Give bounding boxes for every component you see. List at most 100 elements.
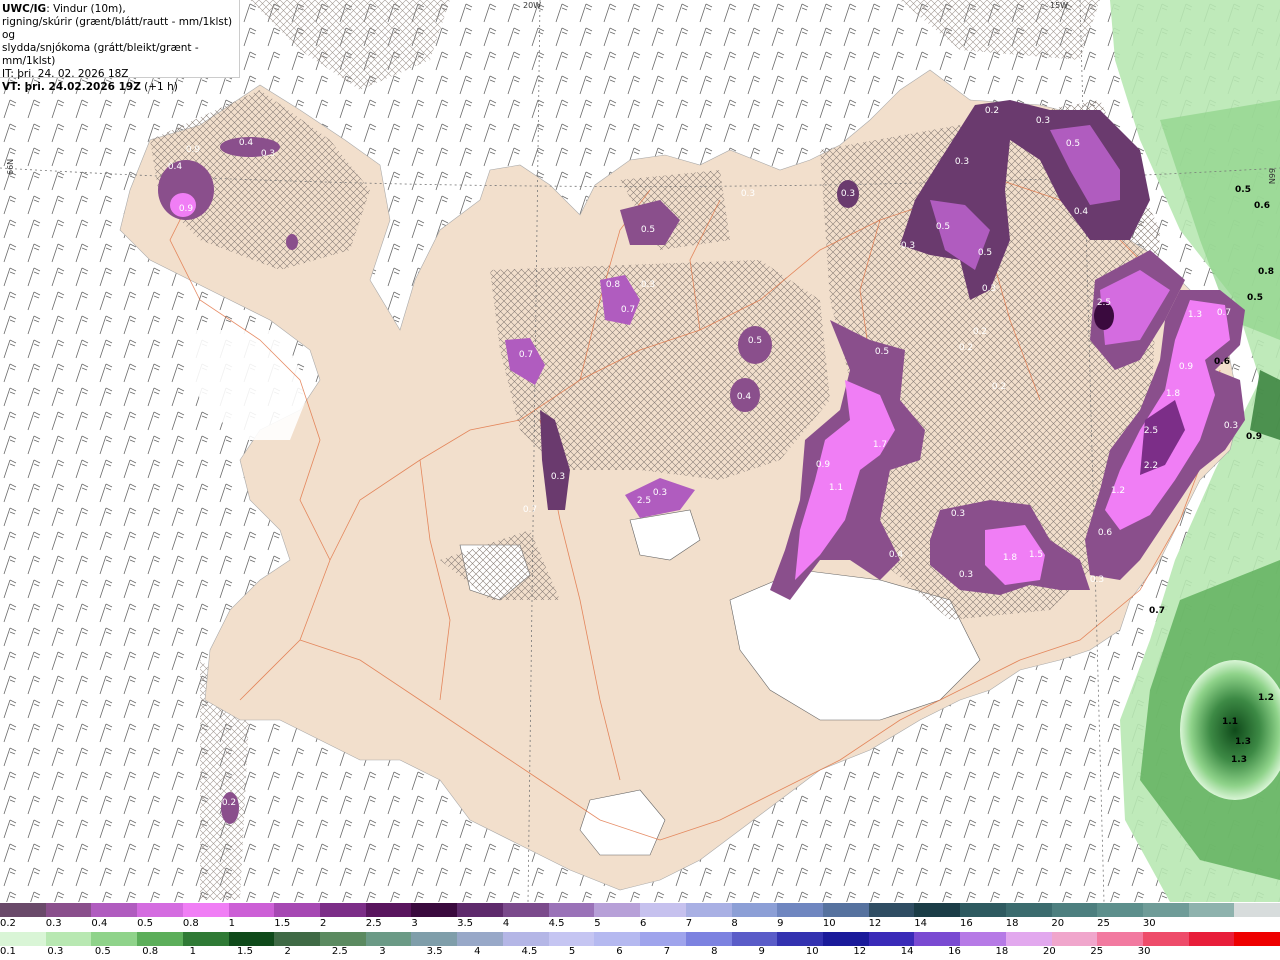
precip-value-label: 0.4 (889, 550, 904, 560)
snow-scale-label: 5 (594, 918, 601, 929)
ocean-value-label: 1.3 (1235, 737, 1251, 747)
lon-20w-label: 20W (523, 1, 541, 10)
map-info-box: UWC/IG: Vindur (10m), rigning/skúrir (gr… (0, 0, 240, 93)
rain-scale-label: 14 (900, 946, 914, 957)
rain-scale-swatch (914, 932, 961, 946)
rain-scale-swatch (777, 932, 823, 946)
snow-scale-label: 0.3 (45, 918, 62, 929)
ocean-value-label: 0.5 (1247, 293, 1263, 303)
precip-value-label: 0.3 (841, 189, 855, 199)
ocean-value-label: 1.3 (1231, 755, 1247, 765)
precip-value-label: 0.6 (1098, 528, 1113, 538)
rain-scale-swatch (1005, 932, 1052, 946)
header-line3: slydda/snjókoma (grátt/bleikt/grænt - mm… (2, 42, 199, 67)
precip-value-label: 0.3 (551, 472, 565, 482)
rain-scale-label: 1 (189, 946, 196, 957)
rain-scale-label: 30 (1137, 946, 1151, 957)
precip-value-label: 0.2 (992, 382, 1006, 392)
snow-scale-label: 1 (228, 918, 235, 929)
snow-scale-swatch (731, 903, 778, 917)
precip-value-label: 1.5 (1029, 550, 1043, 560)
snow-scale-swatch (0, 903, 46, 917)
lat-66n-left-label: 66N (6, 159, 15, 175)
rain-scale-label: 10 (805, 946, 819, 957)
precip-value-label: 0.2 (973, 327, 987, 337)
rain-scale-swatch (137, 932, 183, 946)
snow-scale-swatch (502, 903, 549, 917)
rain-color-scale (0, 932, 1280, 946)
snow-scale-swatch (914, 903, 961, 917)
rain-scale-label: 3 (379, 946, 386, 957)
precip-value-label: 0.3 (951, 509, 965, 519)
rain-scale-swatch (0, 932, 46, 946)
rain-scale-label: 0.1 (0, 946, 16, 957)
rain-scale-swatch (594, 932, 641, 946)
snow-scale-swatch (960, 903, 1006, 917)
lat-66n-right-label: 66N (1267, 168, 1276, 184)
precip-value-label: 0.4 (168, 162, 183, 172)
snow-scale-label: 4 (502, 918, 510, 929)
snow-color-scale (0, 903, 1280, 917)
snow-scale-swatch (548, 903, 595, 917)
header-line1: : Vindur (10m), (46, 3, 126, 15)
snow-scale-swatch (228, 903, 275, 917)
precip-value-label: 0.4 (737, 392, 752, 402)
precip-value-label: 0.4 (239, 138, 254, 148)
precip-value-label: 2.5 (637, 496, 651, 506)
snow-scale-label: 30 (1142, 918, 1156, 929)
precip-value-label: 2.5 (1097, 298, 1111, 308)
rain-scale-label: 18 (995, 946, 1009, 957)
precip-value-label: 1.8 (1003, 553, 1018, 563)
precip-value-label: 1.7 (873, 440, 887, 450)
rain-scale-swatch (868, 932, 915, 946)
precip-value-label: 0.3 (901, 241, 915, 251)
rain-scale-label: 8 (711, 946, 718, 957)
snow-scale-label: 0.4 (91, 918, 108, 929)
snow-scale-label: 2.5 (365, 918, 382, 929)
precip-value-label: 0.9 (186, 145, 201, 155)
snow-scale-swatch (274, 903, 321, 917)
precip-value-label: 0.9 (179, 204, 194, 214)
snow-scale-label: 0.2 (0, 918, 16, 929)
precip-value-label: 1.8 (1166, 389, 1181, 399)
snow-scale-swatch (91, 903, 138, 917)
ocean-value-label: 0.8 (1258, 267, 1274, 277)
precip-value-label: 0.9 (1179, 362, 1194, 372)
rain-scale-swatch (182, 932, 229, 946)
rain-scale-swatch (365, 932, 412, 946)
snow-scale-label: 6 (640, 918, 647, 929)
rain-scale-swatch (822, 932, 869, 946)
precip-value-label: 0.3 (641, 280, 655, 290)
snow-scale-swatch (457, 903, 503, 917)
rain-scale-swatch (320, 932, 366, 946)
precip-value-label: 0.3 (1036, 116, 1050, 126)
snow-scale-label: 3 (411, 918, 418, 929)
model-name: UWC/IG (2, 3, 47, 15)
snow-scale-swatch (777, 903, 823, 917)
snow-scale-label: 20 (1051, 918, 1065, 929)
precip-value-label: 0.5 (978, 248, 992, 258)
snow-scale-label: 1.5 (274, 918, 291, 929)
precip-value-label: 0.2 (222, 798, 236, 808)
rain-scale-label: 16 (948, 946, 961, 957)
snow-scale-swatch (1234, 903, 1280, 917)
snow-scale-swatch (640, 903, 686, 917)
ocean-value-label: 0.9 (1246, 432, 1262, 442)
precip-value-label: 0.5 (748, 336, 762, 346)
snow-scale-swatch (685, 903, 732, 917)
rain-scale-swatch (228, 932, 275, 946)
ocean-value-label: 1.1 (1222, 717, 1238, 727)
rain-scale-label: 25 (1090, 946, 1104, 957)
snow-scale-label: 9 (777, 918, 784, 929)
rain-scale-swatch (1097, 932, 1143, 946)
rain-scale-swatch (1051, 932, 1098, 946)
rain-scale-label: 0.3 (47, 946, 64, 957)
snow-scale-swatch (1051, 903, 1098, 917)
precip-value-label: 0.3 (982, 284, 996, 294)
snow-scale-labels: 0.2 0.3 0.4 0.5 0.8 1 1.5 2 2.5 3 3.5 4 4.5 5 6 7 8 9 10 12… (0, 918, 1280, 932)
snow-scale-swatch (1005, 903, 1052, 917)
snow-scale-swatch (365, 903, 412, 917)
snow-scale-swatch (822, 903, 869, 917)
precip-value-label: 0.3 (741, 189, 755, 199)
precip-value-label: 0.7 (519, 350, 533, 360)
